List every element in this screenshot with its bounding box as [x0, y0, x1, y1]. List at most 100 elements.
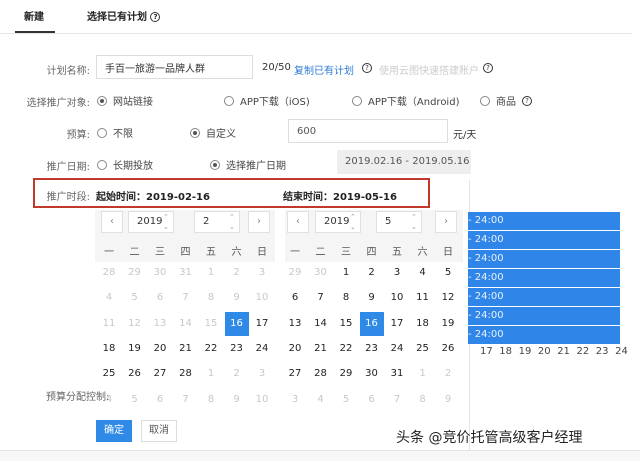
calendar-day[interactable]: 29	[283, 261, 307, 285]
calendar-day[interactable]: 9	[225, 388, 249, 412]
calendar-day[interactable]: 11	[411, 286, 435, 310]
calendar-day[interactable]: 30	[148, 261, 172, 285]
calendar-day[interactable]: 25	[97, 362, 121, 386]
calendar-day[interactable]: 30	[360, 362, 384, 386]
calendar-day[interactable]: 3	[385, 261, 409, 285]
calendar-day[interactable]: 2	[360, 261, 384, 285]
calendar-day[interactable]: 18	[97, 337, 121, 361]
calendar-day[interactable]: 31	[385, 362, 409, 386]
help-icon[interactable]: ?	[362, 63, 372, 73]
help-icon[interactable]: ?	[522, 95, 532, 106]
time-slot-bar[interactable]: - 24:00	[468, 269, 620, 287]
calendar-day[interactable]: 29	[123, 261, 147, 285]
calendar-day[interactable]: 22	[334, 337, 358, 361]
calendar-day[interactable]: 24	[385, 337, 409, 361]
calendar-day[interactable]: 25	[411, 337, 435, 361]
cloud-build-link[interactable]: 使用云图快速搭建账户	[379, 62, 479, 77]
calendar-day[interactable]: 1	[199, 261, 223, 285]
calendar-day[interactable]: 4	[97, 286, 121, 310]
calendar-day[interactable]: 6	[148, 286, 172, 310]
radio-app-android[interactable]: APP下载（Android)	[352, 93, 459, 108]
calendar-day[interactable]: 1	[199, 362, 223, 386]
radio-website[interactable]: 网站链接	[97, 93, 153, 108]
calendar-day[interactable]: 5	[334, 388, 358, 412]
calendar-day[interactable]: 28	[174, 362, 198, 386]
calendar-day[interactable]: 6	[283, 286, 307, 310]
time-slot-bar[interactable]: - 24:00	[468, 288, 620, 306]
calendar-day[interactable]: 27	[148, 362, 172, 386]
time-slot-bar[interactable]: - 24:00	[468, 326, 620, 344]
calendar-day[interactable]: 2	[225, 261, 249, 285]
time-slot-bar[interactable]: - 24:00	[468, 231, 620, 249]
calendar-day[interactable]: 3	[250, 261, 274, 285]
selected-day[interactable]: 16	[224, 311, 249, 336]
calendar-day[interactable]: 20	[283, 337, 307, 361]
calendar-day[interactable]: 5	[123, 286, 147, 310]
calendar-day[interactable]: 7	[174, 286, 198, 310]
calendar-day[interactable]: 14	[309, 312, 333, 336]
confirm-button[interactable]: 确定	[96, 420, 132, 442]
calendar-day[interactable]: 19	[436, 312, 460, 336]
calendar-day[interactable]: 10	[250, 388, 274, 412]
time-slot-bar[interactable]: - 24:00	[468, 212, 620, 230]
calendar-day[interactable]: 13	[283, 312, 307, 336]
radio-long-term[interactable]: 长期投放	[97, 157, 153, 172]
calendar-day[interactable]: 9	[225, 286, 249, 310]
calendar-day[interactable]: 8	[199, 388, 223, 412]
prev-month-button[interactable]: ‹	[287, 211, 309, 233]
calendar-day[interactable]: 2	[225, 362, 249, 386]
calendar-day[interactable]: 15	[199, 312, 223, 336]
help-icon[interactable]: ?	[483, 63, 493, 73]
calendar-day[interactable]: 8	[411, 388, 435, 412]
calendar-day[interactable]: 20	[148, 337, 172, 361]
calendar-day[interactable]: 10	[250, 286, 274, 310]
left-month-spinner[interactable]: 2	[194, 211, 240, 233]
calendar-day[interactable]: 2	[436, 362, 460, 386]
calendar-day[interactable]: 5	[436, 261, 460, 285]
calendar-day[interactable]: 6	[360, 388, 384, 412]
time-slot-bar[interactable]: - 24:00	[468, 250, 620, 268]
time-slot-bar[interactable]: - 24:00	[468, 307, 620, 325]
calendar-day[interactable]: 13	[148, 312, 172, 336]
radio-app-ios[interactable]: APP下载（iOS)	[224, 93, 310, 108]
calendar-day[interactable]: 12	[436, 286, 460, 310]
prev-month-button[interactable]: ‹	[101, 211, 123, 233]
calendar-day[interactable]: 28	[309, 362, 333, 386]
calendar-day[interactable]: 31	[174, 261, 198, 285]
copy-plan-link[interactable]: 复制已有计划	[294, 62, 354, 77]
calendar-day[interactable]: 3	[283, 388, 307, 412]
help-icon[interactable]: ?	[150, 12, 161, 22]
calendar-day[interactable]: 17	[385, 312, 409, 336]
radio-budget-unlimited[interactable]: 不限	[97, 125, 133, 140]
calendar-day[interactable]: 21	[174, 337, 198, 361]
calendar-day[interactable]: 4	[309, 388, 333, 412]
calendar-day[interactable]: 8	[334, 286, 358, 310]
calendar-day[interactable]: 3	[250, 362, 274, 386]
calendar-day[interactable]: 22	[199, 337, 223, 361]
right-year-spinner[interactable]: 2019	[315, 211, 361, 233]
calendar-day[interactable]: 1	[334, 261, 358, 285]
calendar-day[interactable]: 9	[360, 286, 384, 310]
calendar-day[interactable]: 28	[97, 261, 121, 285]
calendar-day[interactable]: 10	[385, 286, 409, 310]
right-month-spinner[interactable]: 5	[376, 211, 422, 233]
calendar-day[interactable]: 24	[250, 337, 274, 361]
radio-budget-custom[interactable]: 自定义	[190, 125, 236, 140]
radio-select-date[interactable]: 选择推广日期	[210, 157, 286, 172]
calendar-day[interactable]: 23	[225, 337, 249, 361]
radio-product[interactable]: 商品?	[480, 93, 532, 108]
calendar-day[interactable]: 19	[123, 337, 147, 361]
next-month-button[interactable]: ›	[435, 211, 457, 233]
calendar-day[interactable]: 27	[283, 362, 307, 386]
calendar-day[interactable]: 4	[411, 261, 435, 285]
calendar-day[interactable]: 29	[334, 362, 358, 386]
calendar-day[interactable]: 7	[174, 388, 198, 412]
tab-existing-plan[interactable]: 选择已有计划 ?	[87, 8, 161, 23]
calendar-day[interactable]: 18	[411, 312, 435, 336]
calendar-day[interactable]: 26	[123, 362, 147, 386]
calendar-day[interactable]: 9	[436, 388, 460, 412]
calendar-day[interactable]: 17	[250, 312, 274, 336]
left-year-spinner[interactable]: 2019	[128, 211, 174, 233]
next-month-button[interactable]: ›	[248, 211, 270, 233]
date-range-input[interactable]: 2019.02.16 - 2019.05.16 ▦	[337, 150, 471, 190]
